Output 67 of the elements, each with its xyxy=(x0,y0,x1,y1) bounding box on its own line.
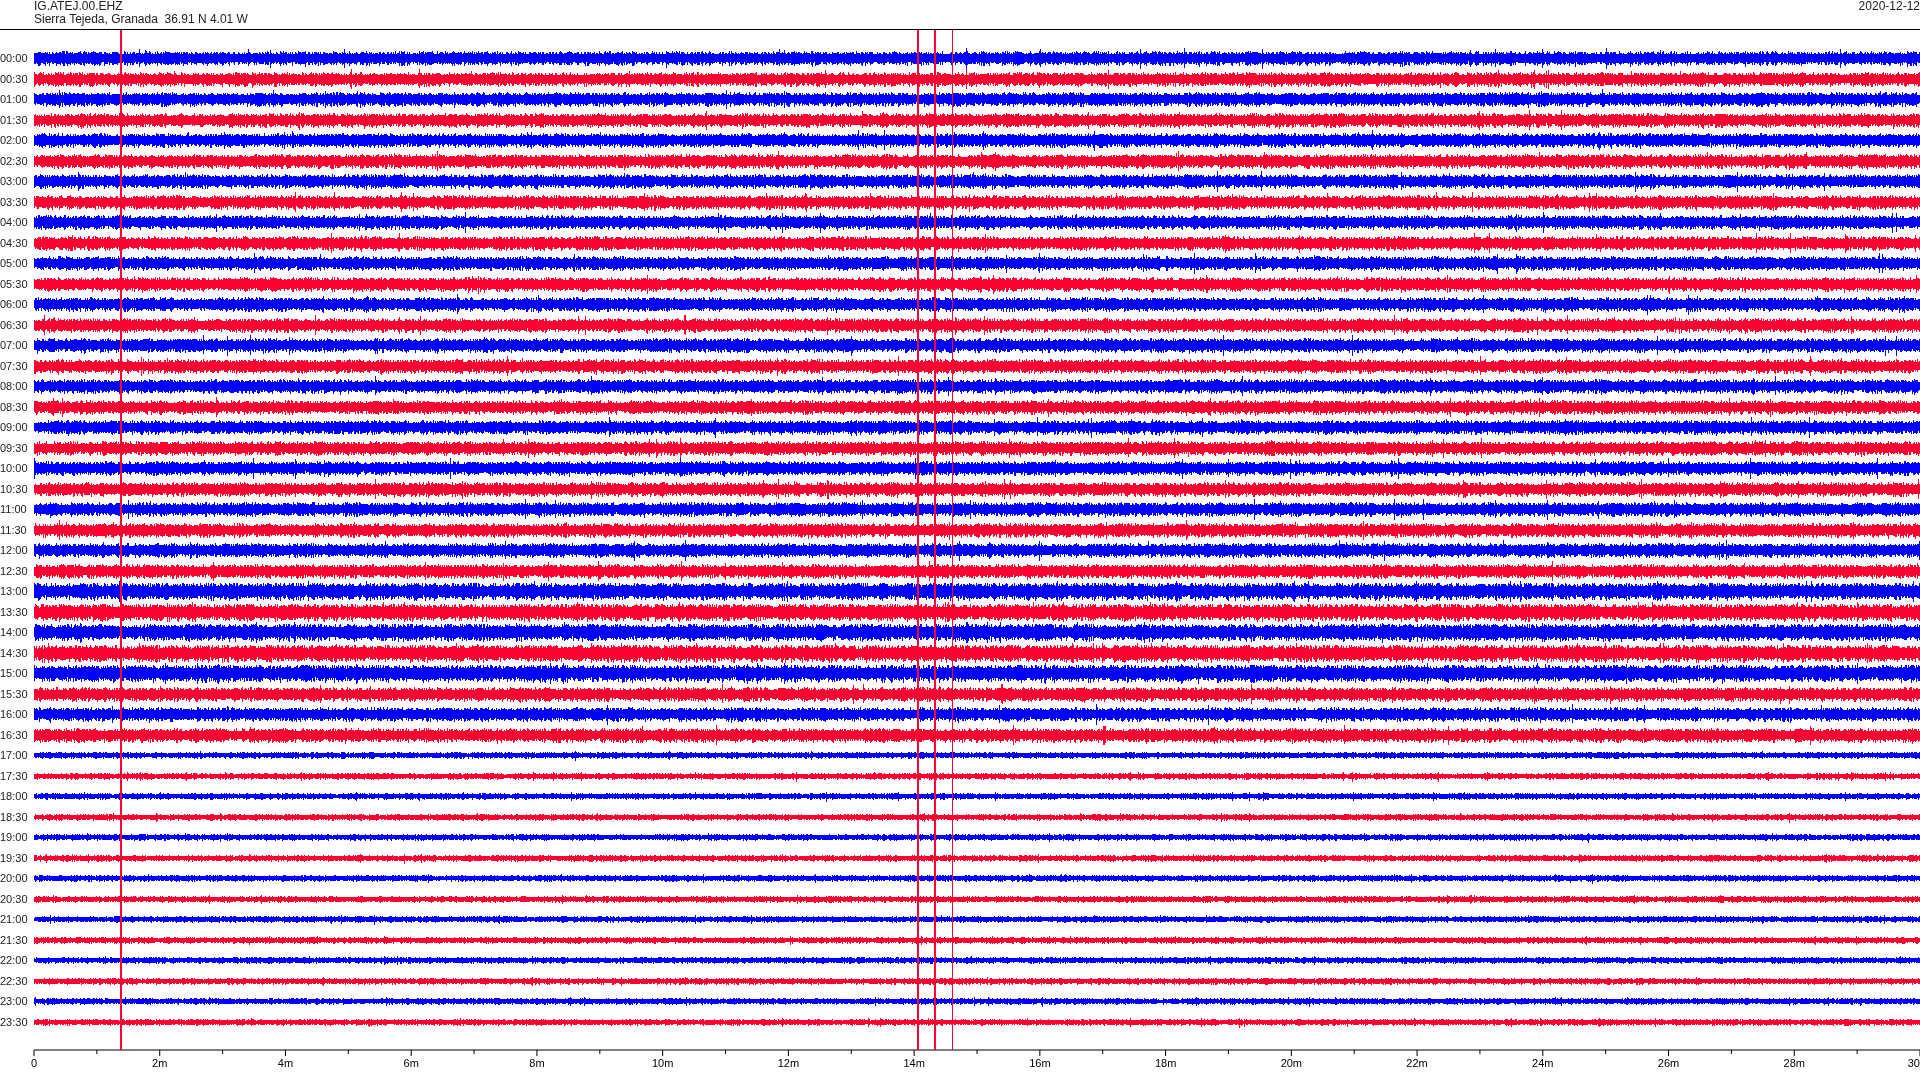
hour-label: 20:30 xyxy=(0,892,29,905)
hour-label: 03:00 xyxy=(0,175,29,188)
hour-label: 18:00 xyxy=(0,790,29,803)
hour-label: 20:00 xyxy=(0,872,29,885)
axis-label: 6m xyxy=(403,1057,419,1069)
hour-label: 15:30 xyxy=(0,687,29,700)
hour-label: 12:00 xyxy=(0,544,29,557)
hour-label: 22:00 xyxy=(0,954,29,967)
hour-label: 14:00 xyxy=(0,626,29,639)
station-code: IG.ATEJ.00.EHZ xyxy=(34,0,124,13)
hour-label: 05:30 xyxy=(0,277,29,290)
hour-label: 04:00 xyxy=(0,216,29,229)
hour-label: 10:30 xyxy=(0,482,29,495)
hour-label: 09:00 xyxy=(0,421,29,434)
hour-label: 12:30 xyxy=(0,564,29,577)
hour-label: 14:30 xyxy=(0,646,29,659)
axis-label: 16m xyxy=(1029,1057,1051,1069)
axis-label: 8m xyxy=(529,1057,545,1069)
hour-label: 00:30 xyxy=(0,72,29,85)
axis-label: 2m xyxy=(152,1057,168,1069)
axis-label: 26m xyxy=(1657,1057,1680,1069)
hour-label: 17:30 xyxy=(0,769,29,782)
hour-label: 01:30 xyxy=(0,113,29,126)
axis-label: 0 xyxy=(30,1057,38,1069)
axis-label: 22m xyxy=(1406,1057,1428,1069)
hour-label: 11:30 xyxy=(0,523,28,536)
hour-label: 17:00 xyxy=(0,749,29,762)
axis-label: 30 xyxy=(1907,1057,1920,1069)
axis-label: 10m xyxy=(651,1057,674,1069)
hour-label: 22:30 xyxy=(0,974,29,987)
hour-label: 23:30 xyxy=(0,1015,29,1028)
axis-label: 4m xyxy=(277,1057,294,1069)
hour-label: 01:00 xyxy=(0,93,29,106)
hour-label: 07:30 xyxy=(0,359,29,372)
axis-label: 18m xyxy=(1154,1057,1177,1069)
hour-label: 19:00 xyxy=(0,831,29,844)
hour-label: 03:30 xyxy=(0,195,29,208)
axis-label: 12m xyxy=(777,1057,800,1069)
hour-label: 06:00 xyxy=(0,298,29,311)
hour-label: 07:00 xyxy=(0,339,29,352)
hour-label: 02:00 xyxy=(0,134,29,147)
axis-label: 14m xyxy=(903,1057,925,1069)
hour-label: 06:30 xyxy=(0,318,29,331)
hour-label: 21:00 xyxy=(0,913,29,926)
hour-label: 19:30 xyxy=(0,851,29,864)
hour-label: 13:00 xyxy=(0,585,29,598)
hour-label: 02:30 xyxy=(0,154,29,167)
hour-label: 00:00 xyxy=(0,52,29,65)
hour-label: 13:30 xyxy=(0,605,29,618)
hour-label: 18:30 xyxy=(0,810,29,823)
hour-label: 08:30 xyxy=(0,400,29,413)
axis-label: 20m xyxy=(1280,1057,1303,1069)
hour-label: 16:00 xyxy=(0,708,29,721)
hour-label: 10:00 xyxy=(0,462,29,475)
hour-label: 08:00 xyxy=(0,380,29,393)
station-location: Sierra Tejeda, Granada 36.91 N 4.01 W xyxy=(34,13,248,26)
hour-label: 11:00 xyxy=(0,503,28,516)
record-date: 2020-12-12 xyxy=(1858,0,1920,13)
axis-label: 28m xyxy=(1783,1057,1805,1069)
hour-label: 21:30 xyxy=(0,933,29,946)
axis-label: 24m xyxy=(1532,1057,1554,1069)
hour-label: 05:00 xyxy=(0,257,29,270)
hour-label: 09:30 xyxy=(0,441,29,454)
hour-label: 23:00 xyxy=(0,995,29,1008)
hour-label: 04:30 xyxy=(0,236,29,249)
hour-label: 16:30 xyxy=(0,728,29,741)
hour-label: 15:00 xyxy=(0,667,29,680)
